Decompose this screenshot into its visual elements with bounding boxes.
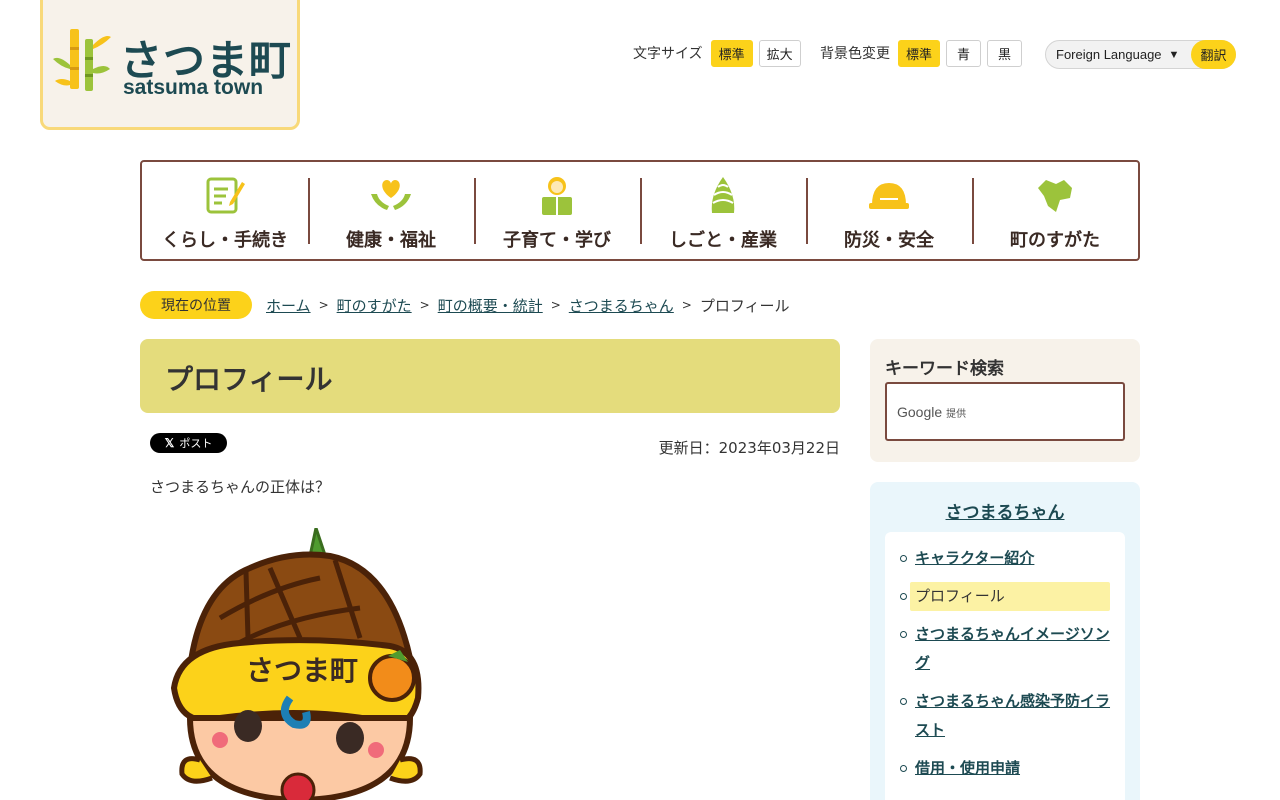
nav-item-work[interactable]: しごと・産業: [640, 162, 806, 259]
chevron-right-icon: >: [550, 298, 561, 312]
document-pen-icon: [206, 177, 245, 214]
nav-label: 町のすがた: [1010, 230, 1100, 251]
nav-label: 防災・安全: [844, 230, 934, 251]
breadcrumb-link-town[interactable]: 町のすがた: [337, 295, 412, 316]
bamboo-logo-icon: [53, 29, 111, 91]
chevron-right-icon: >: [681, 298, 692, 312]
page-title: プロフィール: [165, 363, 333, 396]
background-color-control: 背景色変更 標準 青 黒: [820, 39, 1028, 67]
keyword-search-panel: キーワード検索 Google 提供: [870, 339, 1140, 462]
logo-name-en: satsuma town: [123, 76, 264, 99]
nav-label: 子育て・学び: [503, 230, 611, 251]
side-menu: さつまるちゃん キャラクター紹介 プロフィール さつまるちゃんイメージソング さ…: [870, 482, 1140, 800]
updated-date: 更新日：2023年03月22日: [658, 439, 840, 457]
side-menu-item-profile: プロフィール: [900, 582, 1110, 611]
mascot-hat-text: さつま町: [246, 654, 358, 687]
bg-black-button[interactable]: 黒: [987, 39, 1023, 67]
nav-item-childcare[interactable]: 子育て・学び: [474, 162, 640, 259]
chevron-right-icon: >: [419, 298, 430, 312]
font-size-label: 文字サイズ: [633, 46, 703, 62]
town-map-icon: [1038, 180, 1072, 212]
bg-blue-button[interactable]: 青: [946, 39, 982, 67]
font-size-standard-button[interactable]: 標準: [710, 39, 753, 67]
nav-item-living[interactable]: くらし・手続き: [142, 162, 308, 259]
language-selector[interactable]: Foreign Language ▼ 翻訳: [1045, 40, 1236, 69]
nav-item-disaster[interactable]: 防災・安全: [806, 162, 972, 259]
font-size-control: 文字サイズ 標準 拡大: [633, 39, 807, 67]
breadcrumb-link-overview[interactable]: 町の概要・統計: [438, 295, 543, 316]
google-branding: Google 提供: [897, 404, 966, 420]
child-reading-icon: [542, 177, 572, 215]
breadcrumb-current: プロフィール: [699, 296, 790, 315]
side-menu-item-illustration[interactable]: さつまるちゃん感染予防イラスト: [885, 687, 1125, 745]
translate-button[interactable]: 翻訳: [1191, 40, 1236, 69]
chevron-right-icon: >: [318, 298, 329, 312]
background-label: 背景色変更: [820, 46, 890, 62]
bg-standard-button[interactable]: 標準: [898, 39, 941, 67]
x-post-label: ポスト: [179, 438, 213, 450]
side-menu-list: キャラクター紹介 プロフィール さつまるちゃんイメージソング さつまるちゃん感染…: [885, 532, 1125, 800]
nav-item-town[interactable]: 町のすがた: [972, 162, 1138, 259]
page-title-box: プロフィール: [140, 339, 840, 413]
nav-label: しごと・産業: [669, 230, 777, 251]
language-select-value: Foreign Language: [1056, 47, 1162, 62]
dropdown-arrow-icon: ▼: [1168, 48, 1180, 61]
breadcrumb: 現在の位置 ホーム > 町のすがた > 町の概要・統計 > さつまるちゃん > …: [140, 291, 790, 319]
search-heading: キーワード検索: [885, 359, 1004, 379]
font-size-large-button[interactable]: 拡大: [758, 39, 801, 67]
side-menu-item-character[interactable]: キャラクター紹介: [885, 544, 1125, 573]
breadcrumb-here-label: 現在の位置: [140, 291, 252, 319]
breadcrumb-link-home[interactable]: ホーム: [266, 295, 311, 316]
main-nav: くらし・手続き 健康・福祉 子育て・学び しごと・産業 防災・安全 町のすがた: [140, 160, 1140, 261]
google-label: Google: [897, 404, 943, 420]
nav-label: くらし・手続き: [162, 230, 288, 251]
side-menu-item-usage-request[interactable]: 借用・使用申請: [885, 754, 1125, 783]
x-post-button[interactable]: 𝕏 ポスト: [150, 433, 227, 453]
side-menu-item-song[interactable]: さつまるちゃんイメージソング: [885, 620, 1125, 678]
site-logo[interactable]: さつま町 satsuma town: [40, 0, 300, 130]
google-suffix: 提供: [946, 409, 967, 420]
nav-item-health[interactable]: 健康・福祉: [308, 162, 474, 259]
search-input[interactable]: Google 提供: [885, 382, 1125, 441]
heart-hands-icon: [371, 180, 411, 210]
satsumaru-mascot-image: さつま町: [170, 528, 423, 800]
nav-label: 健康・福祉: [346, 230, 436, 251]
intro-text: さつまるちゃんの正体は？: [150, 478, 331, 496]
side-menu-heading[interactable]: さつまるちゃん: [870, 498, 1140, 523]
x-logo-icon: 𝕏: [164, 436, 175, 450]
helmet-icon: [869, 183, 909, 209]
breadcrumb-link-satsumaru[interactable]: さつまるちゃん: [569, 295, 674, 316]
bamboo-shoot-icon: [711, 177, 735, 213]
